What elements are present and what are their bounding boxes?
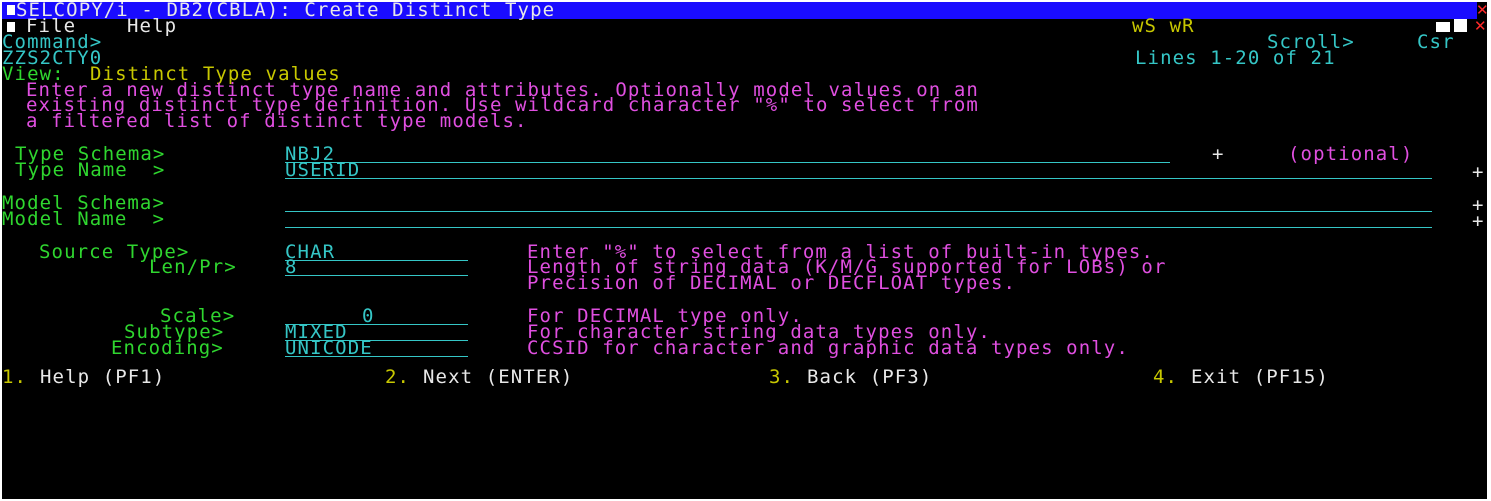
encoding-underline (285, 356, 468, 357)
type-schema-prompt-icon[interactable]: + (1212, 145, 1225, 164)
type-name-input[interactable]: USERID (285, 161, 360, 180)
type-schema-note: (optional) (1288, 143, 1414, 165)
pfkey-exit-number: 4. (1153, 366, 1179, 388)
menu-help[interactable]: Help (127, 17, 177, 36)
pfkey-back-number: 3. (769, 366, 795, 388)
type-name-underline (285, 178, 1432, 179)
len-pr-input[interactable]: 8 (285, 258, 298, 277)
len-pr-help-2: Precision of DECIMAL or DECFLOAT types. (527, 272, 1017, 294)
len-pr-label: Len/Pr> (149, 256, 237, 278)
window-menu-icon[interactable] (7, 5, 15, 15)
close-icon[interactable]: ✕ (1476, 3, 1487, 18)
model-schema-underline (285, 211, 1432, 212)
model-name-underline (285, 227, 1432, 228)
pfkey-back-label[interactable]: Back (PF3) (807, 368, 932, 387)
window-title: SELCOPY/i - DB2(CBLA): Create Distinct T… (16, 2, 556, 21)
close-pane-icon[interactable]: ✕ (1474, 19, 1487, 34)
encoding-help: CCSID for character and graphic data typ… (527, 337, 1129, 359)
pfkey-next-number: 2. (385, 366, 411, 388)
source-type-underline (285, 260, 468, 261)
ws-wr-indicator: wS wR (1132, 15, 1195, 37)
model-name-prompt-icon[interactable]: + (1472, 212, 1485, 231)
encoding-input[interactable]: UNICODE (285, 339, 373, 358)
instruction-line-3: a filtered list of distinct type models. (26, 110, 528, 132)
terminal-screen: SELCOPY/i - DB2(CBLA): Create Distinct T… (2, 2, 1487, 499)
lines-info: Lines 1-20 of 21 (1135, 47, 1336, 69)
pfkey-exit-label[interactable]: Exit (PF15) (1191, 368, 1329, 387)
pfkey-help-label[interactable]: Help (PF1) (40, 368, 165, 387)
maximize-icon[interactable] (1454, 19, 1467, 32)
type-schema-underline (285, 162, 1170, 163)
type-name-prompt-icon[interactable]: + (1472, 163, 1485, 182)
type-name-label: Type Name > (15, 159, 166, 181)
scale-input[interactable]: 0 (362, 307, 375, 326)
model-name-label: Model Name > (2, 208, 166, 230)
command-input[interactable] (112, 35, 1112, 50)
pfkey-next-label[interactable]: Next (ENTER) (423, 368, 573, 387)
encoding-label: Encoding> (111, 337, 224, 359)
scroll-value[interactable]: Csr (1417, 33, 1455, 52)
len-pr-underline (285, 275, 468, 276)
pfkey-help-number: 1. (2, 366, 28, 388)
